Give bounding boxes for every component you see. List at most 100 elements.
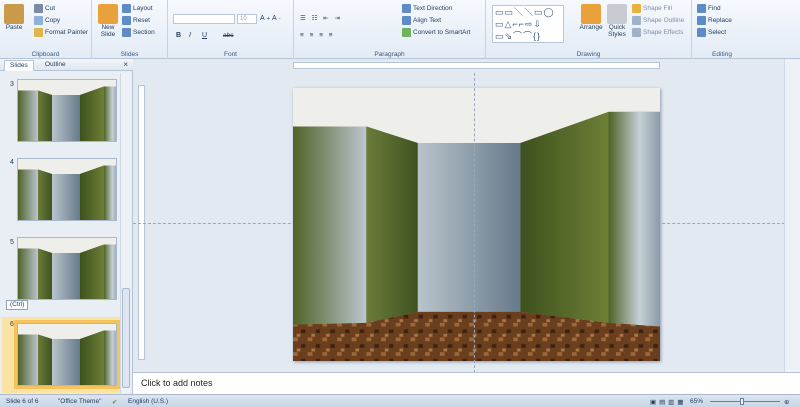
zoom-slider[interactable] <box>710 401 780 402</box>
thumbnail-image <box>18 159 116 220</box>
convert-smartart-button[interactable]: Convert to SmartArt <box>402 28 470 37</box>
align-icon: ≡ ≡ ≡ ≡ <box>300 32 335 39</box>
language[interactable]: English (U.S.) <box>128 398 168 405</box>
quick-styles-icon <box>607 4 627 24</box>
brush-icon <box>34 28 43 37</box>
bullets-button[interactable]: ☰ ☷ ⇤ ⇥ <box>300 14 342 22</box>
slide-thumbnail-6[interactable] <box>14 320 120 389</box>
paragraph-group: ☰ ☷ ⇤ ⇥ ≡ ≡ ≡ ≡ Text Direction Align Tex… <box>294 0 486 59</box>
tab-slides[interactable]: Slides <box>4 60 34 71</box>
paste-icon <box>4 4 24 24</box>
thumbnail-image <box>18 238 116 299</box>
select-icon <box>697 28 706 37</box>
grow-font-button[interactable]: A + <box>260 15 270 22</box>
find-button[interactable]: Find <box>697 4 721 13</box>
slides-group: New Slide Layout Reset Section Slides <box>92 0 168 59</box>
slide-number: 3 <box>10 81 14 88</box>
thumbnail-image <box>18 324 116 385</box>
clipboard-label: Clipboard <box>31 51 60 58</box>
arrange-button[interactable]: Arrange <box>578 4 604 31</box>
slide-editor <box>133 59 800 373</box>
editor-scrollbar[interactable] <box>784 59 800 372</box>
drawing-label: Drawing <box>576 51 601 58</box>
shape-effects-button[interactable]: Shape Effects <box>632 28 683 37</box>
slide-number: 6 <box>10 321 14 328</box>
room-scene-image <box>293 88 660 361</box>
slide-info: Slide 6 of 6 <box>6 398 39 405</box>
slides-pane: Slides Outline × 3 4 5 (Ctrl) 6 <box>0 59 133 394</box>
paste-button[interactable]: Paste <box>4 4 24 31</box>
strikethrough-button[interactable]: abc <box>223 32 233 39</box>
italic-button[interactable]: I <box>189 32 191 39</box>
view-buttons[interactable]: ▣▤▥▦ <box>650 398 687 406</box>
tab-outline[interactable]: Outline <box>40 60 71 71</box>
editing-label: Editing <box>712 51 732 58</box>
list-icon: ☰ ☷ ⇤ ⇥ <box>300 15 342 22</box>
outline-icon <box>632 16 641 25</box>
underline-button[interactable]: U <box>202 32 207 39</box>
thumbnail-image <box>18 80 116 141</box>
paste-options-tag[interactable]: (Ctrl) <box>6 300 29 310</box>
zoom-slider-knob[interactable] <box>740 398 744 405</box>
shrink-font-button[interactable]: A- <box>272 15 281 22</box>
spellcheck-icon[interactable]: ✔ <box>112 398 117 406</box>
slide-thumbnail-5[interactable] <box>17 237 117 300</box>
editing-group: Find Replace Select Editing <box>692 0 752 59</box>
format-painter-button[interactable]: Format Painter <box>34 28 88 37</box>
effects-icon <box>632 28 641 37</box>
quick-styles-button[interactable]: Quick Styles <box>606 4 628 38</box>
align-text-icon <box>402 16 411 25</box>
notes-placeholder[interactable]: Click to add notes <box>141 378 213 388</box>
zoom-in-icon[interactable]: ⊕ <box>784 398 789 406</box>
new-slide-icon <box>98 4 118 24</box>
slide-thumbnail-3[interactable] <box>17 79 117 142</box>
arrange-icon <box>581 4 601 24</box>
new-slide-button[interactable]: New Slide <box>96 4 120 38</box>
paragraph-label: Paragraph <box>374 51 405 58</box>
slide-thumbnail-4[interactable] <box>17 158 117 221</box>
section-icon <box>122 28 131 37</box>
layout-icon <box>122 4 131 13</box>
font-name-combo[interactable] <box>173 14 235 24</box>
copy-button[interactable]: Copy <box>34 16 60 25</box>
slides-label: Slides <box>120 51 139 58</box>
reset-icon <box>122 16 131 25</box>
cut-button[interactable]: Cut <box>34 4 55 13</box>
font-group: 10 A + A- B I U abc Font <box>168 0 294 59</box>
notes-pane[interactable]: Click to add notes <box>133 372 800 394</box>
pane-scrollbar[interactable] <box>120 73 130 393</box>
drawing-group: ▭▭＼＼▭◯ ▭△⌐⌐⇨⇩ ▭⇘⌒⌒{} Arrange Quick Styles … <box>486 0 692 59</box>
text-direction-button[interactable]: Text Direction <box>402 4 452 13</box>
shapes-gallery[interactable]: ▭▭＼＼▭◯ ▭△⌐⌐⇨⇩ ▭⇘⌒⌒{} <box>492 5 564 43</box>
pane-tabs: Slides Outline × <box>0 59 133 71</box>
select-button[interactable]: Select <box>697 28 726 37</box>
scissors-icon <box>34 4 43 13</box>
replace-icon <box>697 16 706 25</box>
layout-button[interactable]: Layout <box>122 4 153 13</box>
bold-button[interactable]: B <box>176 32 181 39</box>
slide-canvas[interactable] <box>293 88 660 361</box>
font-size-combo[interactable]: 10 <box>237 14 257 24</box>
font-label: Font <box>223 51 237 58</box>
theme-name: "Office Theme" <box>58 398 102 405</box>
shape-fill-button[interactable]: Shape Fill <box>632 4 672 13</box>
zoom-level[interactable]: 65% <box>690 398 703 405</box>
align-text-button[interactable]: Align Text <box>402 16 441 25</box>
slide-number: 5 <box>10 239 14 246</box>
shape-outline-button[interactable]: Shape Outline <box>632 16 684 25</box>
align-buttons[interactable]: ≡ ≡ ≡ ≡ <box>300 32 335 39</box>
clipboard-group: Paste Cut Copy Format Painter Clipboard <box>0 0 92 59</box>
binoculars-icon <box>697 4 706 13</box>
text-direction-icon <box>402 4 411 13</box>
copy-icon <box>34 16 43 25</box>
close-icon[interactable]: × <box>123 60 128 69</box>
horizontal-ruler <box>293 62 660 69</box>
replace-button[interactable]: Replace <box>697 16 732 25</box>
status-bar: Slide 6 of 6 "Office Theme" ✔ English (U… <box>0 394 800 407</box>
vertical-guide <box>474 73 475 373</box>
section-button[interactable]: Section <box>122 28 155 37</box>
reset-button[interactable]: Reset <box>122 16 150 25</box>
pane-scroll-thumb[interactable] <box>122 288 130 388</box>
fill-icon <box>632 4 641 13</box>
smartart-icon <box>402 28 411 37</box>
